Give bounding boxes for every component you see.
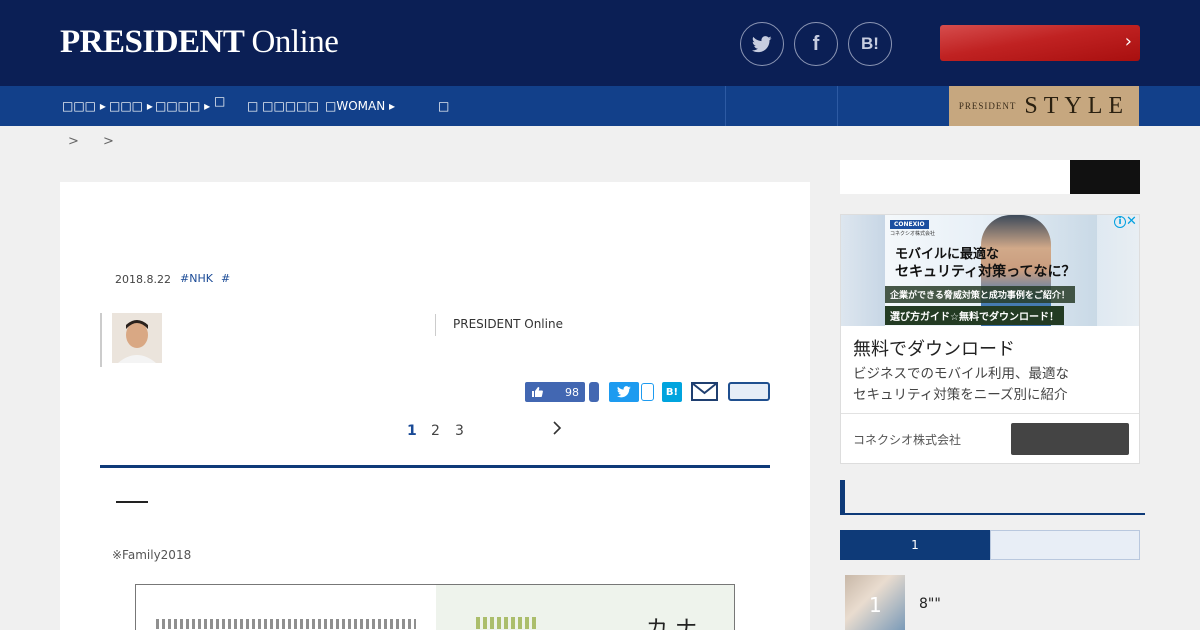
hatena-icon: B! <box>665 386 679 398</box>
nav-item-2[interactable]: □□□ ▸ <box>109 86 153 126</box>
nav-item-4[interactable]: □ <box>214 86 225 126</box>
ad-description: ビジネスでのモバイル利用、最適な セキュリティ対策をニーズ別に紹介 <box>853 364 1133 406</box>
president-style-banner[interactable]: PRESIDENT STYLE <box>949 86 1139 126</box>
ad-band-1: 企業ができる脅威対策と成功事例をご紹介！ <box>885 286 1075 303</box>
ad-headline-1: モバイルに最適な <box>895 247 1000 262</box>
breadcrumb-separator: > <box>103 134 114 149</box>
search-button[interactable] <box>1070 160 1140 194</box>
ad-logo-sub: コネクシオ株式会社 <box>890 231 936 237</box>
ranking-thumbnail[interactable]: 1 <box>845 575 905 630</box>
breadcrumb-separator: > <box>68 134 79 149</box>
figure-text-block <box>156 619 416 629</box>
nav-item-1[interactable]: □□□ ▸ <box>62 86 106 126</box>
share-extra-button[interactable] <box>728 382 770 401</box>
breadcrumb: > > <box>68 134 134 149</box>
twitter-icon <box>752 35 772 52</box>
nav-divider <box>725 86 726 126</box>
ad-cta-button[interactable] <box>1011 423 1129 455</box>
twitter-icon <box>617 386 631 398</box>
section-rule <box>100 465 770 468</box>
page-2-link[interactable]: 2 <box>431 423 440 439</box>
main-nav: □□□ ▸ □□□ ▸ □□□□ ▸ □ □ □□□□□ □WOMAN ▸ □ … <box>0 86 1200 126</box>
author-org: PRESIDENT Online <box>453 317 563 331</box>
like-count: 98 <box>565 385 579 399</box>
ranking-tab-active[interactable]: 1 <box>840 530 990 560</box>
figure-right-panel: カ ナ <box>436 585 734 630</box>
nav-item-7[interactable]: □ <box>438 86 449 126</box>
tweet-button[interactable] <box>609 382 639 402</box>
ranking-heading <box>840 480 1145 515</box>
site-header: PRESIDENT Online f B! › <box>0 0 1200 86</box>
author-avatar[interactable] <box>112 313 162 363</box>
figure-green-text <box>476 617 536 629</box>
figure-caption: ※Family2018 <box>112 548 192 562</box>
nav-item-5[interactable]: □ □□□□□ <box>247 86 319 126</box>
article-card: 2018.8.22 #NHK # PRESIDENT Online 98 B! … <box>60 182 810 630</box>
logo-main: PRESIDENT <box>60 24 244 60</box>
ad-logo: CONEXIO <box>890 220 929 229</box>
tag-nhk[interactable]: #NHK <box>180 272 213 285</box>
heading-dash <box>116 501 148 503</box>
chevron-right-icon: › <box>1124 31 1132 52</box>
hatena-icon: B! <box>861 34 879 53</box>
hatena-share-button[interactable]: B! <box>848 22 892 66</box>
twitter-share-button[interactable] <box>740 22 784 66</box>
style-word: STYLE <box>1024 92 1130 119</box>
nav-item-3[interactable]: □□□□ ▸ <box>155 86 210 126</box>
style-prefix: PRESIDENT <box>958 101 1017 111</box>
site-logo[interactable]: PRESIDENT Online <box>60 24 339 61</box>
ad-desc-line-2: セキュリティ対策をニーズ別に紹介 <box>853 387 1068 403</box>
article-figure[interactable]: カ ナ <box>135 584 735 630</box>
facebook-icon: f <box>812 32 820 55</box>
ad-close-icon[interactable]: ✕ <box>1126 215 1137 229</box>
ad-company: コネクシオ株式会社 <box>853 433 962 447</box>
subscribe-button[interactable]: › <box>940 25 1140 61</box>
tag-2[interactable]: # <box>221 272 230 285</box>
ad-band-2: 選び方ガイド☆無料でダウンロード！ <box>885 306 1064 325</box>
author-accent <box>100 313 102 367</box>
mail-share-icon[interactable] <box>691 382 718 401</box>
logo-online: Online <box>251 24 339 60</box>
ranking-item-title[interactable]: 8"" <box>919 596 941 612</box>
author-divider <box>435 314 436 336</box>
ranking-number: 1 <box>869 593 882 617</box>
article-date: 2018.8.22 <box>115 273 171 286</box>
facebook-share-small[interactable] <box>589 382 599 402</box>
figure-big-text: カ ナ <box>646 617 697 630</box>
thumbs-up-icon <box>532 387 543 397</box>
avatar-photo <box>112 313 162 363</box>
ad-title[interactable]: 無料でダウンロード <box>853 335 1015 361</box>
ad-divider <box>841 413 1139 414</box>
facebook-share-button[interactable]: f <box>794 22 838 66</box>
page-3-link[interactable]: 3 <box>455 423 464 439</box>
hatena-bookmark-button[interactable]: B! <box>662 382 682 402</box>
search-input[interactable] <box>840 160 1070 194</box>
sidebar-ad[interactable]: CONEXIO コネクシオ株式会社 モバイルに最適な セキュリティ対策ってなに？… <box>840 214 1140 464</box>
ad-info-icon[interactable]: i <box>1114 216 1126 228</box>
nav-divider <box>837 86 838 126</box>
next-page-chevron-icon[interactable] <box>552 420 562 436</box>
ad-banner-image[interactable]: CONEXIO コネクシオ株式会社 モバイルに最適な セキュリティ対策ってなに？… <box>841 215 1139 326</box>
ad-headline-2: セキュリティ対策ってなに？ <box>895 264 1076 280</box>
ranking-tab-inactive[interactable] <box>990 530 1140 560</box>
nav-item-woman[interactable]: □WOMAN ▸ <box>325 86 395 126</box>
page-1-link[interactable]: 1 <box>407 423 417 439</box>
ad-desc-line-1: ビジネスでのモバイル利用、最適な <box>853 366 1069 382</box>
tweet-count-bubble <box>641 383 654 401</box>
facebook-like-button[interactable]: 98 <box>525 382 585 402</box>
